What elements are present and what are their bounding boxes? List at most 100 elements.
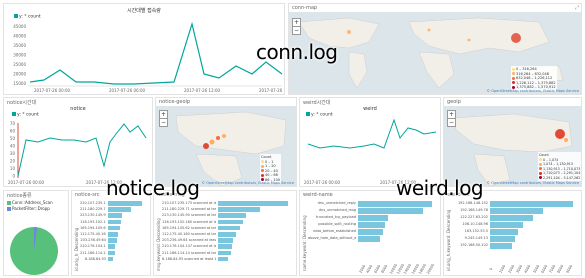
x-tick-label: 2000	[358, 264, 367, 274]
x-tick-label: 2017-07-26 18:00	[259, 88, 285, 93]
map-attribution[interactable]: © OpenStreetMap contributors, Elastic Ma…	[487, 181, 579, 185]
weird-src-bar-panel: weird-src id.orig_h.keyword: Descending 19…	[443, 190, 582, 276]
conn-timeline-panel: 시간대별 접속량 y: * count 45000 40000 35000 30000…	[3, 3, 285, 95]
y-tick-label: 40000	[13, 34, 26, 39]
map-legend: 0 – 316,264 316,264 – 632,048 632,048 – …	[511, 66, 557, 91]
bar[interactable]	[108, 207, 132, 212]
map-legend: Count 0 – 1,074 1,074 – 1,130,913 1,130,…	[538, 152, 581, 181]
y-tick-label: 50	[10, 136, 16, 141]
y-tick-label: 15000	[13, 81, 26, 86]
bar[interactable]	[108, 238, 117, 243]
bar[interactable]	[108, 225, 120, 231]
bar[interactable]	[490, 229, 519, 235]
map-attribution[interactable]: © OpenStreetMap contributors, Elastic Ma…	[202, 181, 294, 185]
bar-label: 210.107.235.175	[80, 201, 106, 205]
expand-icon[interactable]: ⤢	[575, 5, 579, 11]
bar[interactable]	[358, 208, 424, 214]
bar[interactable]	[218, 244, 232, 250]
bar[interactable]	[218, 219, 244, 225]
map-attribution[interactable]: © OpenStreetMap contributors, Elastic Ma…	[487, 89, 579, 93]
bar[interactable]	[218, 250, 231, 256]
x-tick-label: 6000	[373, 264, 382, 274]
zoom-out-button[interactable]: −	[447, 118, 456, 127]
bar[interactable]	[218, 213, 246, 219]
bar-label: 210.176.104.147 scanned at least 15...	[162, 244, 216, 249]
panel-title: weird-name	[303, 192, 333, 198]
bar-label: 165.194.105.62 scanned at least 15...	[162, 225, 216, 230]
notice-log-label: notice.log	[106, 176, 200, 200]
notice-src-bar-panel: notice-src id.orig_h: Descending 210.107.2…	[71, 190, 151, 276]
bar[interactable]	[490, 243, 512, 249]
x-tick-label: 2017-07-26 12:00	[184, 88, 221, 93]
bar[interactable]	[108, 213, 122, 219]
bar[interactable]	[490, 215, 534, 221]
x-tick-label: 3000	[515, 264, 524, 274]
bar[interactable]	[108, 219, 121, 225]
notice-timeline-panel: notice시간대 notice y: * count 70 60 50 40 30 20…	[3, 97, 153, 187]
x-tick-label: 5000	[531, 264, 540, 274]
y-tick-label: 40	[10, 144, 16, 149]
bar[interactable]	[358, 236, 381, 242]
bar[interactable]	[108, 201, 142, 206]
bar[interactable]	[108, 232, 118, 237]
bar-label: dns_unmatched_reply	[317, 201, 356, 205]
bar-label: 192.168.149.78	[460, 208, 488, 212]
x-tick-label: 2017-07-26 00:00	[304, 180, 341, 185]
bar[interactable]	[218, 238, 234, 243]
zoom-out-button[interactable]: −	[292, 26, 301, 35]
bar[interactable]	[358, 229, 384, 235]
y-tick-label: 0	[12, 174, 15, 179]
bar[interactable]	[218, 201, 288, 206]
bar-label: 223.130.145.90	[80, 213, 106, 218]
bar-label: 211.186.114.14 scanned at least 15...	[162, 250, 216, 255]
bar-label: 8.188.84.93 scanned at least 15...	[162, 256, 216, 261]
x-tick-label: 2017-07-26 00:00	[34, 88, 71, 93]
bar[interactable]	[108, 250, 115, 256]
notice-map-panel: notice-geoip + − Count 0 – 1 1 – 20 20 –…	[155, 97, 297, 187]
bar[interactable]	[218, 207, 260, 212]
bar-label: possible_split_routing	[318, 222, 356, 226]
bar-label: 122.227.63.202	[460, 215, 488, 219]
bar[interactable]	[490, 222, 524, 228]
bar[interactable]	[358, 215, 388, 221]
bar-label: above_hole_data_without_any_acks	[308, 236, 356, 240]
y-tick-label: 45000	[13, 24, 26, 29]
axis-title: id.orig_h.keyword: Descending	[446, 209, 451, 271]
bar[interactable]	[490, 236, 515, 242]
bar-label: 192.168.50.102	[460, 243, 488, 247]
bar[interactable]	[108, 256, 114, 262]
y-tick-label: 20	[10, 159, 16, 164]
axis-title: id.orig_h: Descending	[74, 227, 79, 271]
panel-title: conn-map	[292, 5, 318, 11]
panel-title: notice-geoip	[159, 99, 191, 105]
weird-line-chart: 2017-07-26 00:00 2017-07-26 12:00	[304, 118, 437, 185]
bar-label: 116.193.102.160	[80, 219, 106, 224]
bar[interactable]	[218, 225, 241, 231]
notice-line-chart: 706050403020100 2017-07-26 00:00 2017-07-…	[8, 121, 147, 185]
x-tick-label: 7000	[548, 264, 557, 274]
bar-label: truncated_tcp_payload	[315, 215, 356, 219]
weird-name-bar-panel: weird-name name.keyword: Descending dns_un…	[299, 190, 441, 276]
bar[interactable]	[218, 256, 228, 262]
bar-label: 9.245.149.13	[464, 236, 488, 240]
pie-chart[interactable]	[4, 191, 69, 276]
bar[interactable]	[490, 201, 573, 207]
bar-label: dns_unmatched_msg	[318, 208, 356, 212]
x-tick-label: 1000	[498, 264, 507, 274]
zoom-out-button[interactable]: −	[159, 118, 168, 127]
bar[interactable]	[358, 201, 432, 207]
y-tick-label: 20000	[13, 72, 26, 77]
bar[interactable]	[490, 208, 544, 214]
bar[interactable]	[358, 222, 385, 228]
x-tick-label: 2017-07-26 00:00	[8, 180, 45, 185]
bar[interactable]	[218, 232, 237, 237]
notice-type-pie-panel: notice종류 Conn::Address_Scan PacketFilter…	[3, 190, 69, 276]
bar-label: 192.168.148.152	[457, 201, 488, 205]
bar[interactable]	[108, 244, 116, 250]
map-legend: Count 0 – 1 1 – 20 20 – 40 40 – 66 66 – …	[260, 154, 282, 183]
x-tick-label: 2017-07-26 06:00	[109, 88, 146, 93]
axis-title: msg.keyword: Descending	[156, 218, 161, 271]
bar-label: 8.188.84.93	[84, 256, 106, 261]
bar-label: 163.152.53.5	[464, 229, 488, 233]
x-tick-label: 8000	[556, 264, 565, 274]
